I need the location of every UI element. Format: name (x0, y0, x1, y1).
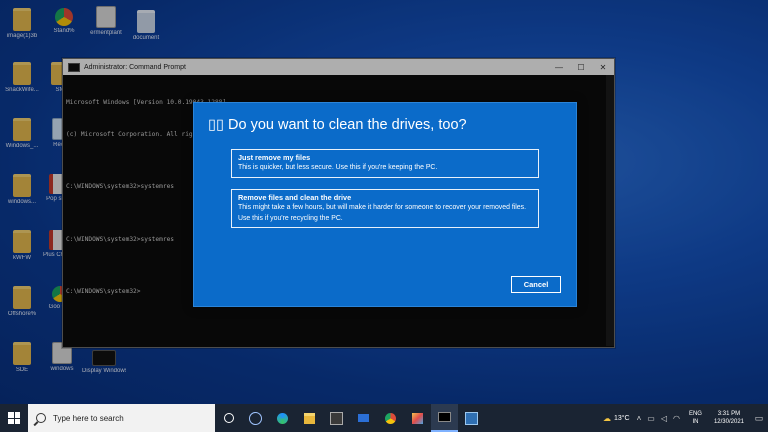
remove-and-clean-option[interactable]: Remove files and clean the drive This mi… (231, 189, 539, 228)
taskbar: Type here to search ☁ 13°C ˄ ▭ ◁ ◠ ENG I… (0, 404, 768, 432)
task-view-icon (249, 411, 262, 425)
weather-icon[interactable]: ☁ (603, 414, 611, 423)
mail-icon (358, 414, 369, 422)
wifi-icon[interactable]: ◠ (673, 414, 680, 423)
mail-button[interactable] (350, 404, 377, 432)
paint-icon (412, 412, 423, 424)
volume-icon[interactable]: ◁ (661, 414, 667, 423)
windows-logo-icon (8, 412, 20, 424)
chevron-up-icon[interactable]: ˄ (637, 414, 642, 423)
notification-icon[interactable]: ▭ (750, 413, 768, 424)
system-tray: ☁ 13°C ˄ ▭ ◁ ◠ ENG IN 3:31 PM 12/30/2021… (600, 404, 768, 432)
chrome-icon (385, 412, 396, 424)
dialog-title: ▯▯ Do you want to clean the drives, too? (208, 117, 467, 133)
cortana-icon (223, 413, 234, 423)
option-description: This is quicker, but less secure. Use th… (238, 164, 438, 171)
search-icon (36, 413, 46, 423)
just-remove-files-option[interactable]: Just remove my files This is quicker, bu… (231, 149, 539, 178)
start-button[interactable] (0, 404, 28, 432)
photos-icon (465, 411, 478, 425)
clock-date: 12/30/2021 (713, 419, 744, 425)
option-heading: Just remove my files (238, 153, 311, 162)
option-heading: Remove files and clean the drive (238, 193, 352, 202)
clock[interactable]: 3:31 PM 12/30/2021 (714, 410, 744, 426)
clock-time: 3:31 PM (717, 411, 741, 417)
weather-temp[interactable]: 13°C (614, 415, 630, 422)
file-explorer-button[interactable] (296, 404, 323, 432)
taskbar-search[interactable]: Type here to search (28, 404, 215, 432)
cmd-icon (438, 412, 451, 422)
network-icon[interactable]: ▭ (647, 414, 655, 423)
search-placeholder: Type here to search (53, 413, 124, 423)
cancel-button[interactable]: Cancel (511, 276, 561, 293)
cortana-button[interactable] (215, 404, 242, 432)
option-description: This might take a few hours, but will ma… (238, 204, 526, 222)
store-button[interactable] (323, 404, 350, 432)
photos-button[interactable] (458, 404, 485, 432)
language-indicator[interactable]: ENG IN (689, 410, 702, 426)
store-icon (330, 411, 343, 425)
paint-button[interactable] (404, 404, 431, 432)
task-view-button[interactable] (242, 404, 269, 432)
chrome-button[interactable] (377, 404, 404, 432)
cmd-taskbar-button[interactable] (431, 404, 458, 432)
clean-drives-dialog: ▯▯ Do you want to clean the drives, too?… (193, 102, 577, 307)
title-glyph-icon: ▯▯ (208, 117, 224, 133)
edge-button[interactable] (269, 404, 296, 432)
folder-icon (304, 412, 315, 424)
edge-icon (277, 412, 288, 424)
